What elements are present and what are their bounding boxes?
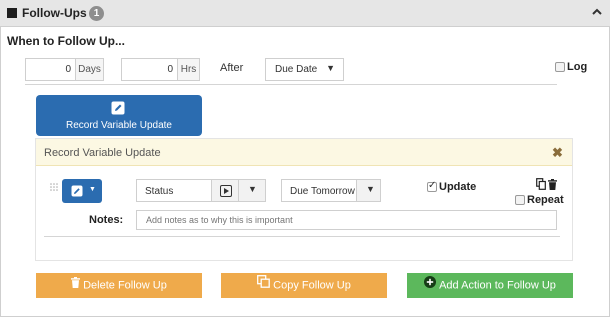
log-checkbox[interactable] [555,62,565,72]
value-select[interactable]: Due Tomorrow [281,179,357,202]
update-label: Update [439,181,477,193]
repeat-checkbox[interactable] [515,195,525,205]
play-icon [220,185,232,197]
drag-handle-icon[interactable] [50,182,58,191]
delete-follow-up-button[interactable]: Delete Follow Up [36,273,202,298]
repeat-label: Repeat [527,194,564,206]
hrs-addon: Hrs [177,58,200,81]
record-variable-update-label: Record Variable Update [66,120,172,131]
add-action-button[interactable]: Add Action to Follow Up [407,273,573,298]
days-addon: Days [75,58,104,81]
notes-label: Notes: [89,214,124,226]
copy-follow-up-button[interactable]: Copy Follow Up [221,273,387,298]
notes-input[interactable] [136,210,557,230]
variable-select[interactable]: Status [136,179,212,202]
copy-follow-up-label: Copy Follow Up [273,279,351,292]
caret-down-icon: ▼ [366,184,375,194]
trash-icon [71,273,81,298]
value-select-value: Due Tomorrow [290,186,355,197]
after-select-value: Due Date [275,64,318,75]
plus-circle-icon [424,273,437,298]
copy-icon [257,273,271,298]
play-button[interactable] [211,179,239,202]
caret-down-icon: ▼ [248,184,257,194]
chevron-up-icon[interactable] [590,5,604,19]
after-select[interactable]: Due Date ▼ [265,58,344,81]
delete-follow-up-label: Delete Follow Up [83,279,167,292]
copy-icon[interactable] [536,178,546,190]
update-checkbox[interactable] [427,180,437,192]
log-label: Log [567,61,588,73]
after-label: After [220,62,244,74]
section-title: When to Follow Up... [7,34,125,48]
hrs-input[interactable]: 0 [121,58,178,81]
variable-select-value: Status [145,186,174,197]
value-dropdown-button[interactable]: ▼ [356,179,381,202]
count-badge: 1 [89,6,104,21]
panel-title: Follow-Ups [22,6,87,20]
divider [25,84,557,85]
caret-down-icon: ▼ [89,186,96,193]
action-card-title: Record Variable Update [44,147,161,159]
add-action-label: Add Action to Follow Up [439,279,556,292]
record-variable-update-button[interactable]: Record Variable Update [36,95,202,136]
hrs-value: 0 [167,64,173,75]
pencil-icon [110,101,126,115]
close-icon[interactable]: ✖ [552,145,563,161]
trash-icon[interactable] [548,179,557,190]
days-input[interactable]: 0 [25,58,76,81]
edit-dropdown-button[interactable]: ▼ [62,179,102,203]
variable-dropdown-button[interactable]: ▼ [238,179,266,202]
square-icon [7,8,17,18]
card-divider [44,236,560,237]
pencil-icon [71,185,83,197]
days-value: 0 [65,64,71,75]
caret-down-icon: ▼ [326,63,335,73]
